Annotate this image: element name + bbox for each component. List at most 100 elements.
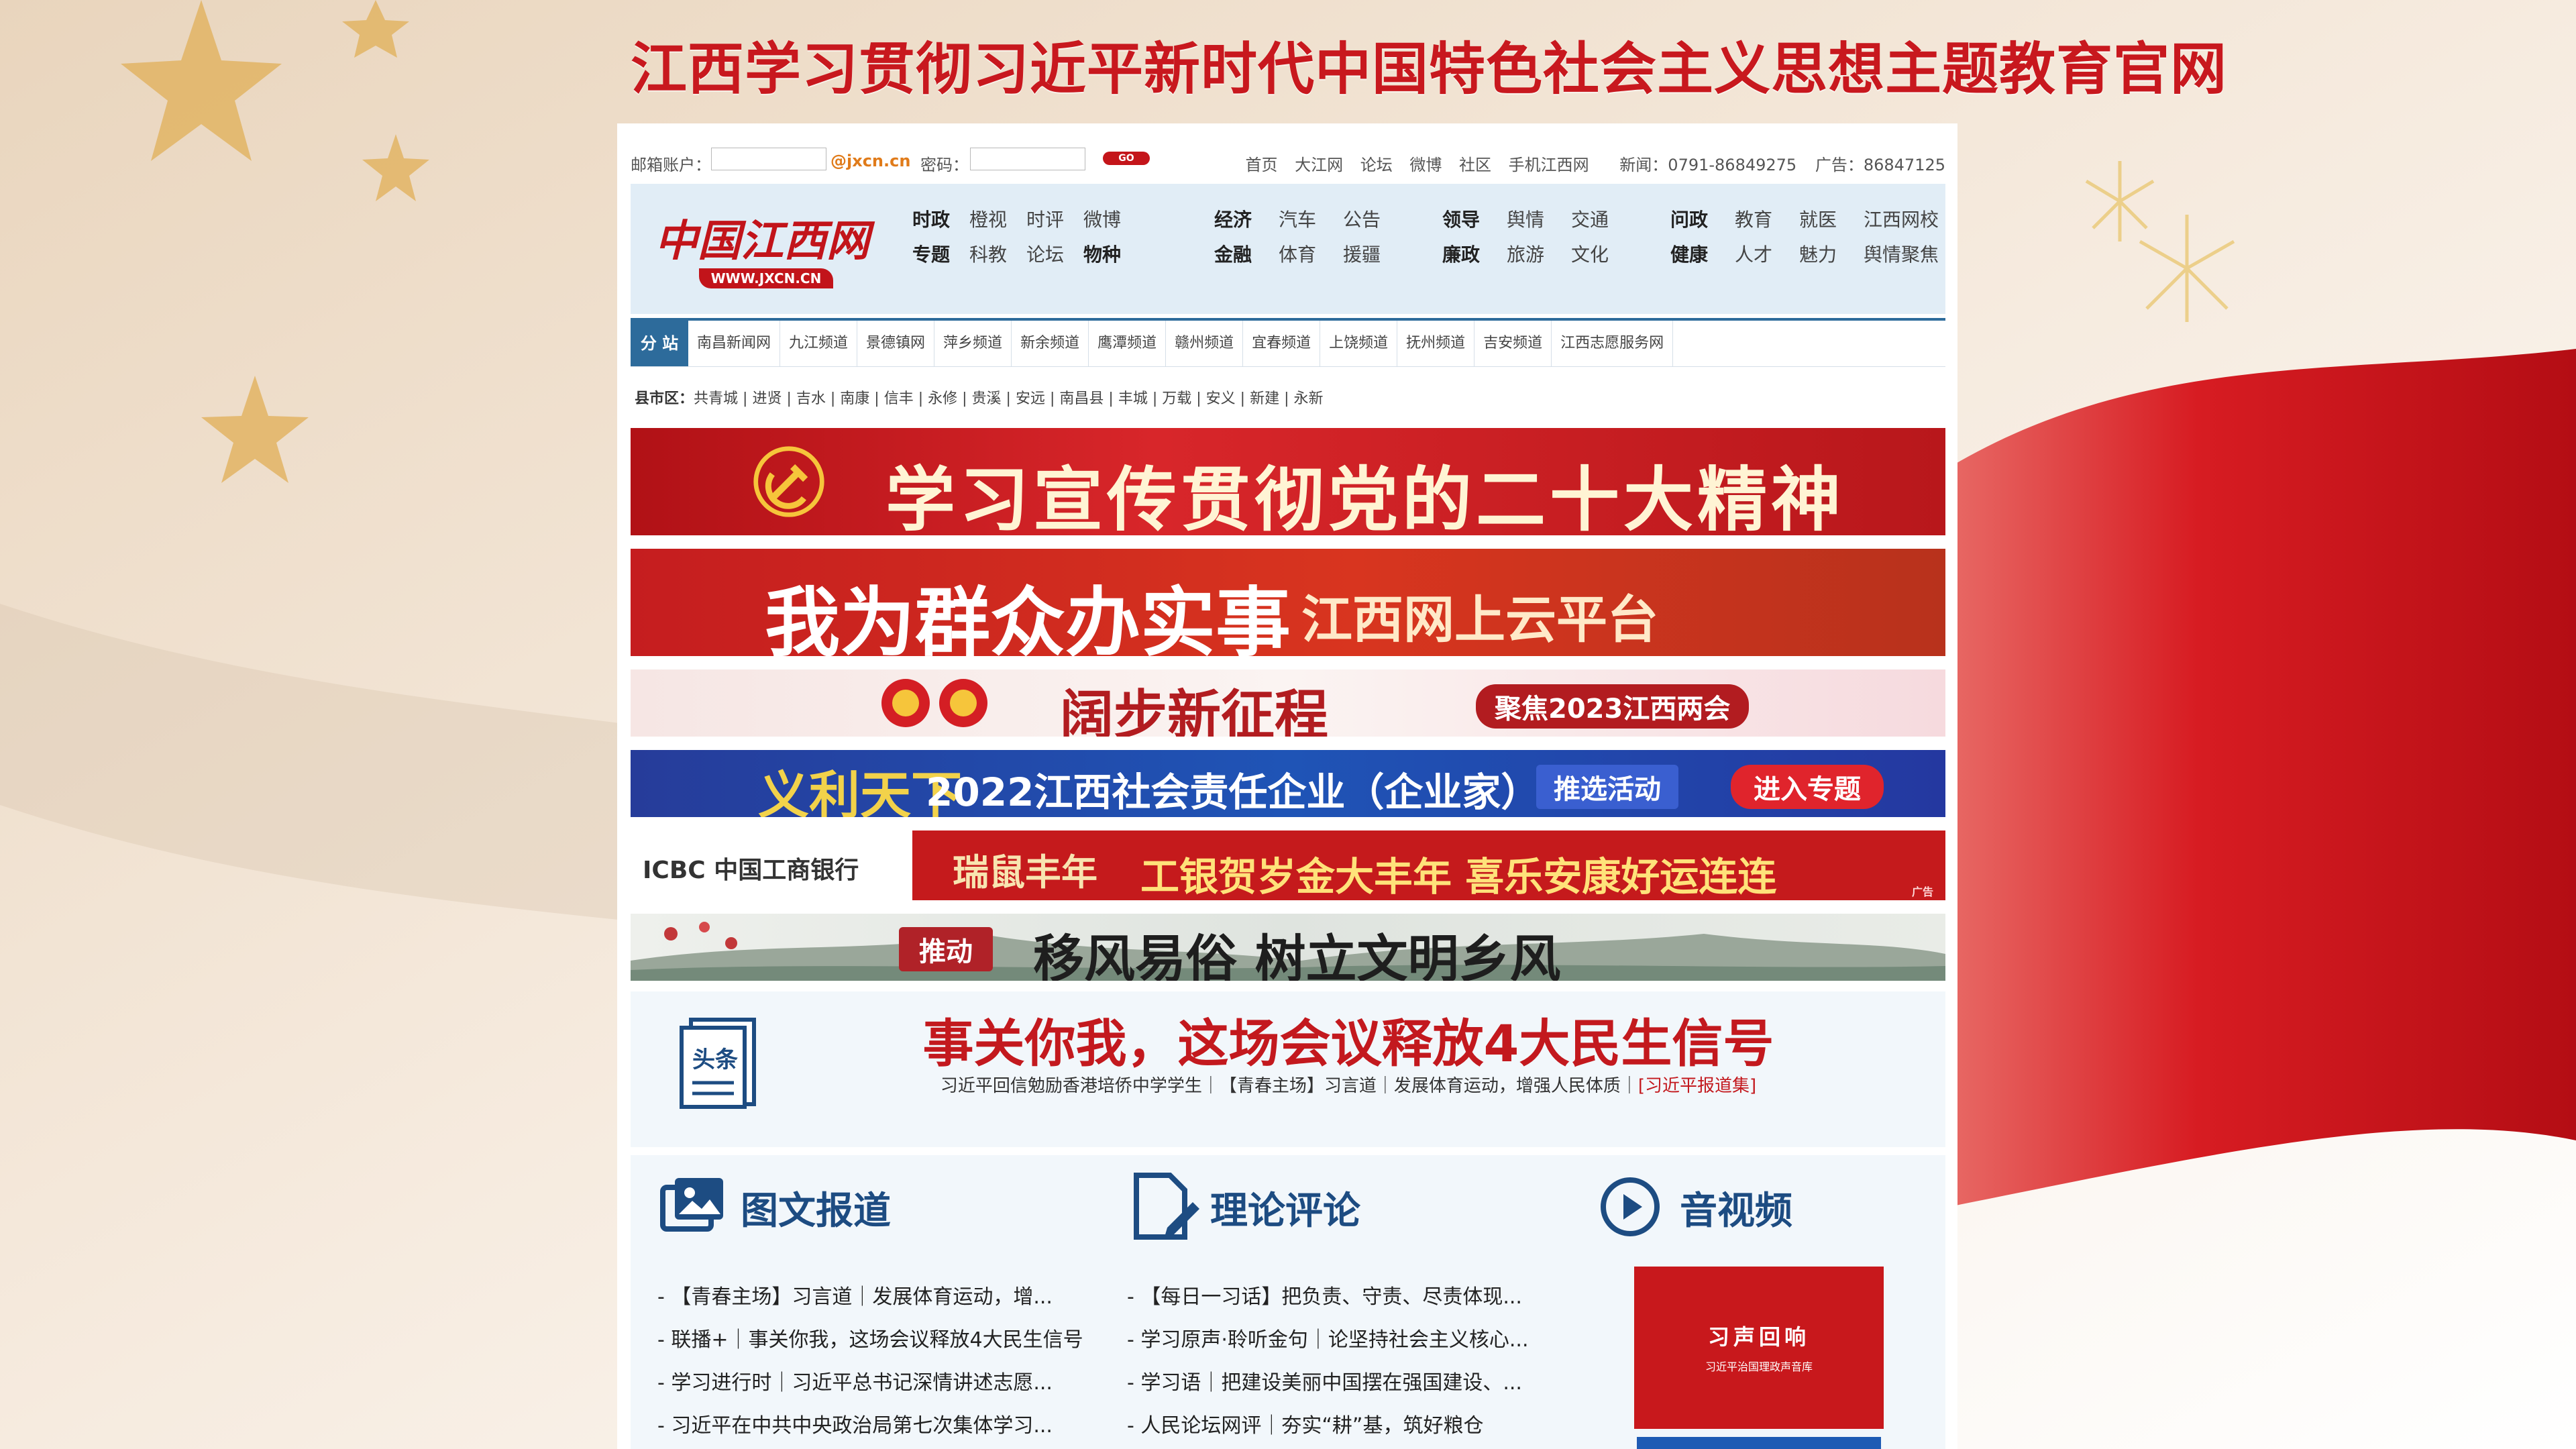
nav-group-3: 领导 舆情 交通廉政 旅游 文化 [1442, 201, 1670, 271]
county-link[interactable]: 吉水 [796, 390, 826, 407]
nav-link[interactable]: 舆情 [1507, 205, 1571, 232]
separator: | [1044, 390, 1060, 407]
nav-link[interactable]: 微博 [1083, 205, 1140, 232]
nav-link[interactable]: 健康 [1670, 240, 1735, 267]
news-item[interactable]: - 学习语｜把建设美丽中国摆在强国建设、... [1127, 1362, 1583, 1405]
nav-link[interactable]: 廉政 [1442, 240, 1507, 267]
headline-sub-links[interactable]: 习近平回信勉励香港培侨中学学生｜【青春主场】习言道｜发展体育运动，增强人民体质｜ [941, 1076, 1638, 1096]
branch-link[interactable]: 抚州频道 [1397, 321, 1475, 366]
news-item[interactable]: - 【每日一习话】把负责、守责、尽责体现... [1127, 1276, 1583, 1319]
link-community[interactable]: 社区 [1459, 156, 1491, 174]
nav-link[interactable]: 魅力 [1799, 240, 1864, 267]
nav-link[interactable]: 领导 [1442, 205, 1507, 232]
nav-link[interactable]: 舆情聚焦 [1864, 240, 1951, 267]
login-button[interactable]: GO [1103, 152, 1150, 165]
nav-link[interactable]: 科教 [969, 240, 1026, 267]
branch-link[interactable]: 江西志愿服务网 [1552, 321, 1674, 366]
photo-news-list: - 【青春主场】习言道｜发展体育运动，增... - 联播+｜事关你我，这场会议释… [657, 1276, 1114, 1448]
xi-reports-link[interactable]: [习近平报道集] [1638, 1076, 1756, 1096]
banner-practical-work[interactable]: 我为群众办实事 江西网上云平台 [631, 549, 1945, 656]
branch-link[interactable]: 萍乡频道 [934, 321, 1012, 366]
news-item[interactable]: - 学习进行时｜习近平总书记深情讲述志愿... [657, 1362, 1114, 1405]
nav-link[interactable]: 论坛 [1026, 240, 1083, 267]
nav-link[interactable]: 江西网校 [1864, 205, 1951, 232]
news-item[interactable]: - 联播+｜事关你我，这场会议释放4大民生信号 [657, 1319, 1114, 1362]
branch-link[interactable]: 景德镇网 [857, 321, 935, 366]
banner-social-responsibility[interactable]: 义利天下 2022江西社会责任企业（企业家） 推选活动 进入专题 [631, 750, 1945, 817]
banner-two-sessions[interactable]: 阔步新征程 聚焦2023江西两会 [631, 669, 1945, 737]
headline-title[interactable]: 事关你我，这场会议释放4大民生信号 [805, 1002, 1892, 1076]
county-link[interactable]: 安义 [1206, 390, 1236, 407]
password-label: 密码： [920, 156, 969, 174]
county-link[interactable]: 丰城 [1118, 390, 1148, 407]
county-link[interactable]: 共青城 [694, 390, 738, 407]
link-home[interactable]: 首页 [1245, 156, 1277, 174]
nav-link[interactable]: 人才 [1735, 240, 1799, 267]
email-input[interactable] [711, 148, 826, 170]
banner-twentieth-congress[interactable]: 学习宣传贯彻党的二十大精神 [631, 428, 1945, 535]
nav-link[interactable]: 教育 [1735, 205, 1799, 232]
county-link[interactable]: 信丰 [884, 390, 914, 407]
nav-link[interactable]: 就医 [1799, 205, 1864, 232]
county-link[interactable]: 永修 [928, 390, 957, 407]
banner-6-main: 移风易俗 树立文明乡风 [1033, 929, 1561, 981]
nav-link[interactable]: 时政 [912, 205, 969, 232]
link-forum[interactable]: 论坛 [1360, 156, 1393, 174]
banner-4-tag: 推选活动 [1536, 765, 1678, 809]
separator: | [782, 390, 796, 407]
county-link[interactable]: 安远 [1016, 390, 1045, 407]
branch-link[interactable]: 鹰潭频道 [1089, 321, 1167, 366]
branch-link[interactable]: 上饶频道 [1320, 321, 1398, 366]
branch-link[interactable]: 宜春频道 [1243, 321, 1321, 366]
nav-link[interactable]: 汽车 [1279, 205, 1343, 232]
county-link[interactable]: 贵溪 [972, 390, 1002, 407]
county-link[interactable]: 南康 [840, 390, 869, 407]
site-logo[interactable]: 中国江西网 WWW.JXCN.CN [645, 204, 869, 298]
nav-link[interactable]: 援疆 [1343, 240, 1407, 267]
branch-link[interactable]: 南昌新闻网 [688, 321, 781, 366]
nav-link[interactable]: 问政 [1670, 205, 1735, 232]
link-dajiang[interactable]: 大江网 [1295, 156, 1343, 174]
banner-civilization[interactable]: 推动 移风易俗 树立文明乡风 [631, 914, 1945, 981]
nav-link[interactable]: 文化 [1571, 240, 1635, 267]
column-title-photo: 图文报道 [741, 1189, 891, 1233]
banner-6-tag: 推动 [899, 927, 993, 971]
nav-link[interactable]: 物种 [1083, 240, 1140, 267]
county-link[interactable]: 新建 [1250, 390, 1279, 407]
nav-link[interactable]: 交通 [1571, 205, 1635, 232]
site-title: 江西学习贯彻习近平新时代中国特色社会主义思想主题教育官网 [631, 36, 2228, 102]
video-thumbnail[interactable]: 习声回响 习近平治国理政声音库 [1634, 1267, 1884, 1429]
separator: | [1191, 390, 1206, 407]
banner-icbc-ad[interactable]: ICBC 中国工商银行 瑞鼠丰年 工银贺岁金大丰年 喜乐安康好运连连 广告 [631, 830, 1945, 900]
banner-1-text: 学习宣传贯彻党的二十大精神 [885, 459, 1845, 535]
theory-news-list: - 【每日一习话】把负责、守责、尽责体现... - 学习原声·聆听金句｜论坚持社… [1127, 1276, 1583, 1448]
news-item[interactable]: - 学习原声·聆听金句｜论坚持社会主义核心... [1127, 1319, 1583, 1362]
nav-link[interactable]: 旅游 [1507, 240, 1571, 267]
nav-link[interactable]: 时评 [1026, 205, 1083, 232]
top-bar: 邮箱账户： @jxcn.cn 密码： GO 首页 大江网 论坛 微博 社区 手机… [631, 144, 1945, 184]
branch-link[interactable]: 九江频道 [780, 321, 858, 366]
branch-link[interactable]: 赣州频道 [1166, 321, 1244, 366]
news-item[interactable]: - 习近平在中共中央政治局第七次集体学习... [657, 1405, 1114, 1448]
link-weibo[interactable]: 微博 [1409, 156, 1442, 174]
nav-link[interactable]: 经济 [1214, 205, 1279, 232]
news-item[interactable]: - 【青春主场】习言道｜发展体育运动，增... [657, 1276, 1114, 1319]
password-input[interactable] [970, 148, 1085, 170]
nav-link[interactable]: 金融 [1214, 240, 1279, 267]
link-mobile[interactable]: 手机江西网 [1509, 156, 1589, 174]
nav-link[interactable]: 体育 [1279, 240, 1343, 267]
nav-link[interactable]: 专题 [912, 240, 969, 267]
county-link[interactable]: 永新 [1294, 390, 1324, 407]
branch-link[interactable]: 新余频道 [1012, 321, 1089, 366]
county-link[interactable]: 进贤 [752, 390, 782, 407]
county-link[interactable]: 万载 [1162, 390, 1191, 407]
nav-link[interactable]: 橙视 [969, 205, 1026, 232]
county-link[interactable]: 南昌县 [1059, 390, 1104, 407]
news-columns: 图文报道 理论评论 音视频 - 【青春主场】习言道｜发展体育运动，增... - … [631, 1155, 1945, 1449]
branch-link[interactable]: 吉安频道 [1474, 321, 1552, 366]
banner-4-button[interactable]: 进入专题 [1731, 765, 1884, 809]
news-item[interactable]: - 人民论坛网评｜夯实“耕”基，筑好粮仓 [1127, 1405, 1583, 1448]
video-thumbnail-2[interactable] [1637, 1437, 1881, 1449]
separator: | [1279, 390, 1294, 407]
nav-link[interactable]: 公告 [1343, 205, 1407, 232]
